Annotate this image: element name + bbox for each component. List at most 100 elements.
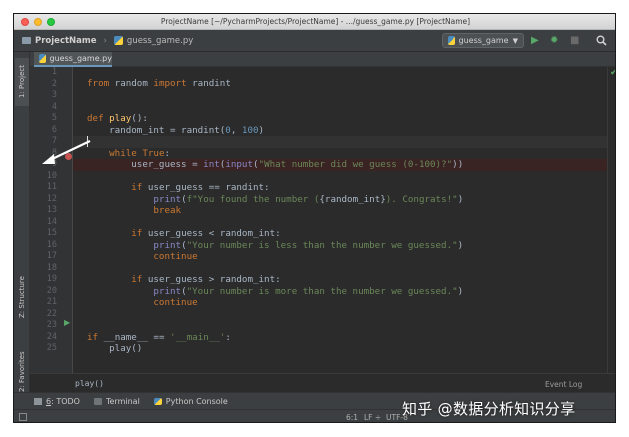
run-icon[interactable]: ▶: [531, 35, 539, 47]
code-line-7: while True:: [87, 148, 170, 160]
code-text: )): [452, 159, 464, 170]
nav-file[interactable]: guess_game.py: [127, 36, 193, 46]
code-text: randint: [186, 78, 231, 89]
watermark-text: 知乎 @数据分析知识分享: [402, 400, 576, 418]
annotation-arrow-icon: [42, 140, 91, 164]
line-number: 13: [46, 205, 57, 215]
string-literal: "Your number is less than the number we …: [186, 239, 458, 251]
keyword: break: [153, 205, 182, 216]
editor-scrollbar[interactable]: ✔: [607, 67, 615, 373]
code-text: random_int = randint(: [87, 124, 226, 136]
line-number: 20: [46, 285, 57, 296]
crumb-separator-icon: ›: [103, 35, 107, 46]
code-text: ,: [230, 124, 242, 136]
stop-icon[interactable]: ■: [570, 35, 579, 47]
nav-project[interactable]: ProjectName: [35, 36, 97, 46]
code-line-15: print("Your number is less than the numb…: [87, 240, 463, 252]
builtin-name: print: [153, 285, 182, 297]
tool-windows-toggle-icon[interactable]: [19, 413, 27, 421]
code-line-14: if user_guess < random_int:: [87, 228, 281, 240]
code-line-20: continue: [87, 297, 198, 309]
debug-icon[interactable]: ✹: [550, 35, 558, 47]
tab-guess-game[interactable]: guess_game.py: [34, 52, 112, 67]
line-number: 14: [46, 216, 57, 227]
code-line-10: if user_guess == randint:: [87, 182, 269, 194]
line-number: 12: [46, 193, 57, 204]
terminal-label: Terminal: [105, 396, 140, 406]
code-line-18: if user_guess > random_int:: [87, 274, 281, 286]
line-number: 18: [46, 262, 57, 273]
close-window-button[interactable]: [21, 17, 29, 26]
current-line-highlight: [73, 136, 607, 148]
terminal-tool-button[interactable]: Terminal: [93, 396, 140, 406]
keyword: continue: [153, 297, 198, 308]
run-configuration-select[interactable]: guess_game ▼: [442, 33, 524, 48]
code-text: ): [457, 285, 464, 297]
caret-position[interactable]: 6:1: [346, 413, 358, 422]
tab-label: guess_game.py: [49, 54, 112, 63]
code-line-23: if __name__ == '__main__':: [87, 332, 231, 344]
keyword: if: [131, 228, 143, 239]
code-line-8: user_guess = int(input("What number did …: [87, 159, 463, 171]
line-number: 22: [46, 308, 57, 319]
line-number: 6: [51, 124, 57, 135]
title-bar: ProjectName [~/PycharmProjects/ProjectNa…: [14, 14, 615, 30]
python-console-tool-button[interactable]: Python Console: [153, 397, 228, 406]
string-literal: "Your number is more than the number we …: [186, 285, 458, 297]
keyword: import: [153, 78, 187, 89]
python-file-icon: [39, 54, 46, 63]
structure-tool-tab[interactable]: Z: Structure: [15, 268, 29, 326]
maximize-window-button[interactable]: [47, 17, 55, 26]
run-configuration-label: guess_game: [458, 36, 509, 45]
line-number: 17: [46, 251, 57, 261]
python-console-icon: [153, 397, 162, 405]
code-text: user_guess > random_int:: [142, 274, 281, 285]
keyword: if: [131, 182, 143, 193]
builtin-name: int: [203, 159, 220, 170]
code-text: :: [225, 331, 231, 343]
breadcrumb-function[interactable]: play(): [75, 379, 104, 388]
dunder-name: __name__: [103, 331, 148, 343]
line-separator[interactable]: LF ÷: [364, 413, 381, 422]
editor-gutter[interactable]: ▶ 12345678910111213141516171819202122232…: [30, 67, 84, 373]
code-line-4: def play():: [87, 113, 148, 125]
code-text: user_guess < random_int:: [142, 228, 281, 239]
line-number: 23: [46, 320, 57, 330]
string-literal: ). Congrats!": [385, 193, 458, 205]
run-gutter-icon[interactable]: ▶: [64, 318, 70, 327]
line-number: 21: [46, 297, 57, 307]
nav-breadcrumb: ProjectName › guess_game.py: [22, 36, 193, 46]
minimize-window-button[interactable]: [34, 17, 42, 26]
line-number: 11: [46, 182, 57, 192]
string-literal: "What number did we guess (0-100)?": [258, 159, 453, 170]
line-number: 5: [51, 113, 57, 123]
event-log-button[interactable]: Event Log: [545, 380, 582, 389]
search-icon[interactable]: [596, 35, 607, 50]
code-text: ==: [147, 331, 171, 343]
code-line-1: from random import randint: [87, 78, 231, 90]
line-number: 15: [46, 228, 57, 238]
code-editor[interactable]: from random import randint def play(): r…: [73, 67, 607, 373]
project-tool-tab[interactable]: 1: Project: [15, 58, 29, 106]
line-number: 19: [46, 274, 57, 284]
code-line-16: continue: [87, 251, 198, 263]
keyword: continue: [153, 251, 198, 262]
terminal-icon: [93, 397, 102, 405]
todo-tool-button[interactable]: 6: TODO: [34, 397, 80, 406]
keyword: while: [109, 147, 143, 159]
code-line-12: break: [87, 205, 181, 217]
string-literal: f"You found the number (: [186, 193, 320, 205]
builtin-name: input: [225, 159, 253, 170]
number-literal: 100: [241, 124, 259, 136]
builtin-name: print: [153, 239, 182, 251]
code-breadcrumb[interactable]: play(): [30, 373, 615, 392]
code-line-5: random_int = randint(0, 100): [87, 125, 264, 137]
keyword: if: [87, 331, 99, 343]
code-text: random: [109, 78, 154, 89]
keyword: True: [142, 147, 165, 159]
